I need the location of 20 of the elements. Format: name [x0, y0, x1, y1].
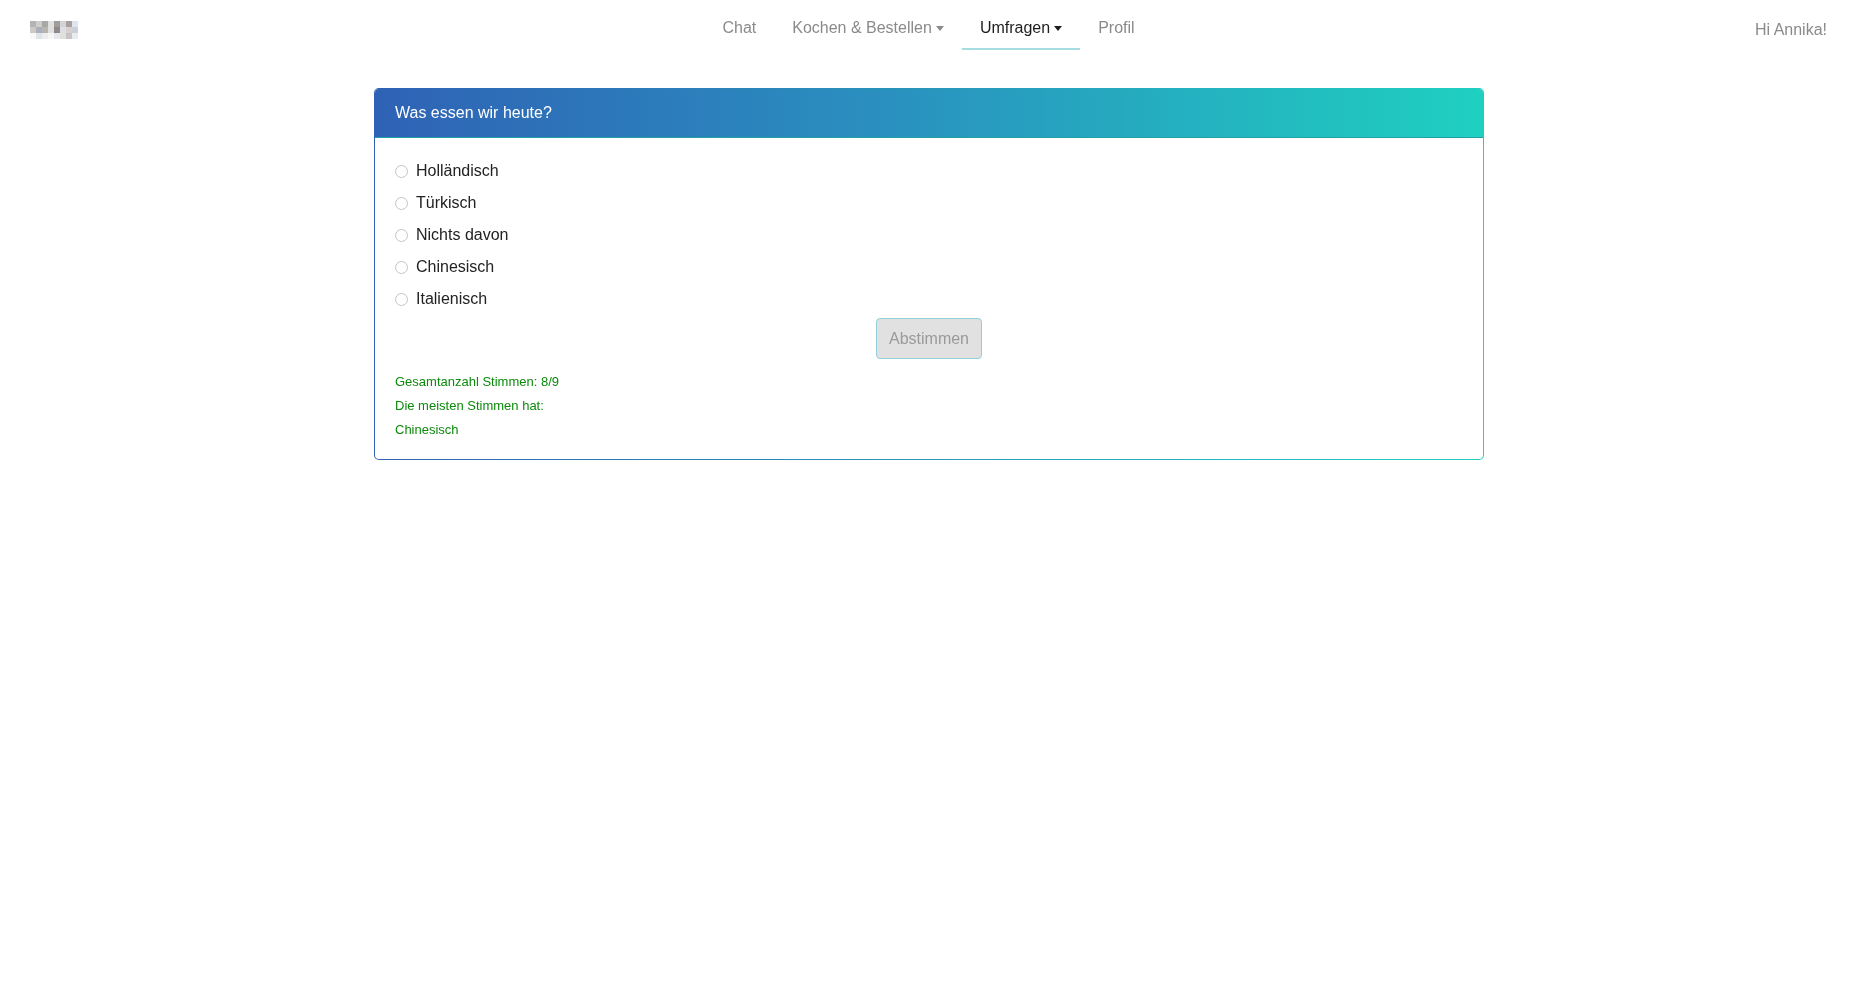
- radio-button[interactable]: [395, 164, 408, 178]
- radio-button[interactable]: [395, 260, 408, 274]
- radio-button[interactable]: [395, 196, 408, 210]
- poll-option[interactable]: Holländisch: [395, 155, 499, 187]
- result-text: Chinesisch: [395, 421, 459, 439]
- poll-option[interactable]: Nichts davon: [395, 219, 509, 251]
- pixelated-logo-icon[interactable]: [30, 21, 78, 39]
- poll-option[interactable]: Italienisch: [395, 283, 488, 315]
- poll-title: Was essen wir heute?: [375, 89, 1483, 138]
- poll-option[interactable]: Chinesisch: [395, 251, 495, 283]
- radio-button[interactable]: [395, 292, 408, 306]
- nav-tab[interactable]: Umfragen: [961, 8, 1081, 50]
- result-text: Die meisten Stimmen hat:: [395, 397, 544, 415]
- nav-tab[interactable]: Chat: [704, 8, 775, 50]
- radio-button[interactable]: [395, 228, 408, 242]
- greeting-text: Hi Annika!: [1754, 21, 1827, 39]
- result-text: Gesamtanzahl Stimmen: 8/9: [395, 373, 560, 391]
- nav-tab[interactable]: Kochen & Bestellen: [774, 8, 962, 50]
- nav-tab[interactable]: Profil: [1080, 8, 1153, 50]
- poll-option[interactable]: Türkisch: [395, 187, 477, 219]
